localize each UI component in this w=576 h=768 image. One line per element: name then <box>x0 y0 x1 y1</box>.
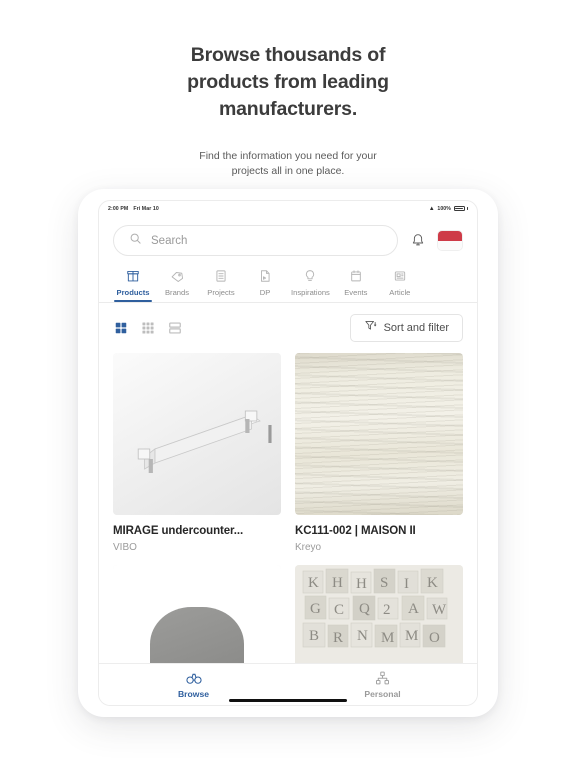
svg-text:2: 2 <box>383 602 391 618</box>
product-brand: VIBO <box>113 542 137 553</box>
tab-inspirations[interactable]: Inspirations <box>287 268 334 302</box>
product-title: KC111-002 | MAISON II <box>295 525 416 537</box>
svg-text:G: G <box>310 601 321 617</box>
tab-projects-label: Projects <box>207 288 235 297</box>
status-time: 2:00 PM <box>108 205 129 212</box>
product-title: MIRAGE undercounter... <box>113 525 244 537</box>
nav-item-browse-label: Browse <box>177 688 210 699</box>
device-frame: 2:00 PM Fri Mar 10 ▲ 100% Search Product… <box>78 189 498 717</box>
product-brand: Kreyo <box>295 542 322 553</box>
product-card[interactable] <box>113 565 281 663</box>
svg-text:H: H <box>332 575 343 591</box>
grid-small-view-icon[interactable] <box>140 321 155 336</box>
product-thumbnail: K H H S I K G C Q 2 A W B R N M M O <box>295 565 463 663</box>
product-thumbnail <box>295 353 463 515</box>
battery-full-icon <box>453 206 465 211</box>
bell-icon[interactable] <box>409 232 426 250</box>
calendar-icon <box>348 268 364 284</box>
tab-article-label: Article <box>389 288 411 297</box>
bottom-navigation: Browse Personal <box>99 663 477 705</box>
results-toolbar: Sort and filter <box>99 303 477 353</box>
tab-events-label: Events <box>344 288 368 297</box>
personal-icon <box>374 671 391 686</box>
grid-large-view-icon[interactable] <box>113 321 128 336</box>
status-date: Fri Mar 10 <box>133 205 159 212</box>
search-icon <box>129 232 142 250</box>
svg-text:S: S <box>380 575 388 591</box>
letterpress-wallpaper-product-image: K H H S I K G C Q 2 A W B R N M M O <box>295 565 463 663</box>
filter-icon <box>364 319 377 337</box>
battery-tip-icon <box>467 207 468 210</box>
search-input[interactable]: Search <box>113 225 398 256</box>
svg-text:B: B <box>309 628 319 644</box>
app-header: Search <box>99 216 477 268</box>
tab-brands[interactable]: Brands <box>155 268 199 302</box>
tab-products[interactable]: Products <box>111 268 155 302</box>
svg-text:K: K <box>308 575 319 591</box>
status-bar-left: 2:00 PM Fri Mar 10 <box>108 206 159 212</box>
nav-item-personal[interactable]: Personal <box>288 671 477 699</box>
pillow-shape <box>149 607 245 663</box>
product-card[interactable]: KC111-002 | MAISON II Kreyo <box>295 353 463 553</box>
search-placeholder: Search <box>151 234 188 247</box>
product-card[interactable]: K H H S I K G C Q 2 A W B R N M M O <box>295 565 463 663</box>
lightbulb-icon <box>302 268 318 284</box>
status-bar-right: ▲ 100% <box>429 206 468 212</box>
product-thumbnail <box>113 353 281 515</box>
product-grid: MIRAGE undercounter... VIBO KC111-002 | … <box>99 353 477 663</box>
tab-inspirations-label: Inspirations <box>291 288 330 297</box>
tab-projects[interactable]: Projects <box>199 268 243 302</box>
tab-dp[interactable]: DP <box>243 268 287 302</box>
status-bar: 2:00 PM Fri Mar 10 ▲ 100% <box>99 201 477 216</box>
sort-and-filter-button[interactable]: Sort and filter <box>349 314 463 342</box>
nav-item-browse[interactable]: Browse <box>99 671 288 699</box>
tab-events[interactable]: Events <box>334 268 378 302</box>
pillow-product-image <box>113 565 281 663</box>
avatar-flag-top <box>438 231 462 241</box>
svg-text:C: C <box>334 602 344 618</box>
article-icon <box>392 268 408 284</box>
svg-text:M: M <box>405 628 418 644</box>
travertine-stone-product-image <box>295 353 463 515</box>
category-tab-strip: Products Brands Projects DP Inspirations… <box>99 268 477 303</box>
product-thumbnail <box>113 565 281 663</box>
tab-products-label: Products <box>116 288 150 297</box>
svg-text:O: O <box>429 630 440 646</box>
home-indicator[interactable] <box>229 699 347 702</box>
tag-icon <box>169 268 185 284</box>
binoculars-icon <box>185 671 202 686</box>
product-card[interactable]: MIRAGE undercounter... VIBO <box>113 353 281 553</box>
list-icon <box>213 268 229 284</box>
device-screen: 2:00 PM Fri Mar 10 ▲ 100% Search Product… <box>98 200 478 706</box>
svg-text:W: W <box>432 602 447 618</box>
svg-text:K: K <box>427 575 438 591</box>
promo-section: Browse thousands of products from leadin… <box>0 0 576 180</box>
battery-percent-label: 100% <box>437 205 451 212</box>
svg-text:Q: Q <box>359 601 370 617</box>
svg-text:N: N <box>357 628 368 644</box>
sort-and-filter-label: Sort and filter <box>383 322 449 334</box>
view-mode-switcher <box>113 321 182 336</box>
avatar-flag-bottom <box>438 240 462 250</box>
svg-text:A: A <box>408 601 419 617</box>
box-icon <box>125 268 141 284</box>
tab-brands-label: Brands <box>164 288 190 297</box>
svg-text:M: M <box>381 630 394 646</box>
tab-article[interactable]: Article <box>378 268 422 302</box>
svg-text:I: I <box>404 576 409 592</box>
list-view-icon[interactable] <box>167 321 182 336</box>
tab-dp-label: DP <box>259 288 271 297</box>
tablet-device-mockup: 2:00 PM Fri Mar 10 ▲ 100% Search Product… <box>78 189 498 717</box>
wifi-icon: ▲ <box>428 205 435 212</box>
page-subtitle: Find the information you need for your p… <box>199 149 377 178</box>
svg-text:R: R <box>333 630 343 646</box>
document-icon <box>257 268 273 284</box>
svg-text:H: H <box>356 576 367 592</box>
page-title: Browse thousands of products from leadin… <box>187 44 389 120</box>
avatar[interactable] <box>437 230 463 251</box>
towel-bar-product-image <box>113 353 281 515</box>
nav-item-personal-label: Personal <box>364 688 401 699</box>
